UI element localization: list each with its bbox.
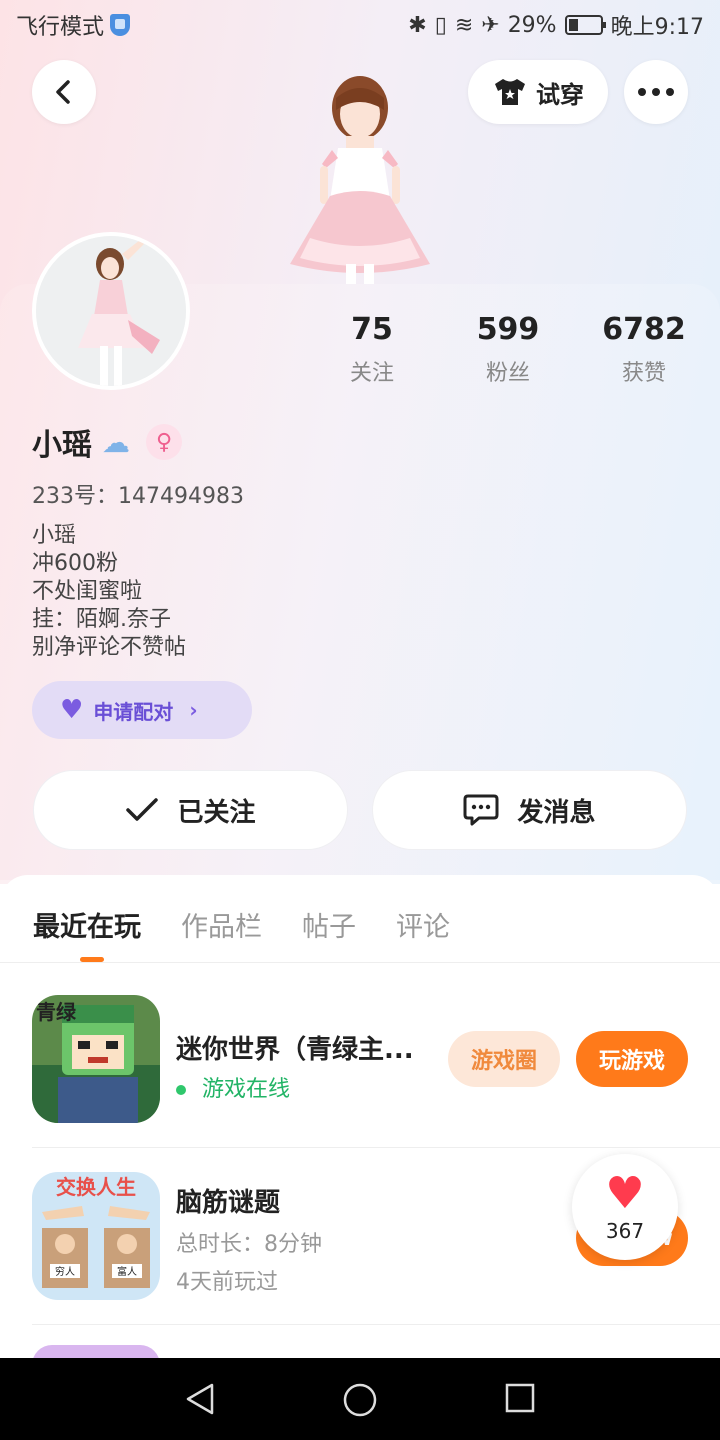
bio: 小瑶 冲600粉 不处闺蜜啦 挂：陌婀.奈子 别净评论不赞帖 bbox=[32, 522, 186, 662]
battery-fill bbox=[568, 19, 578, 31]
list-item[interactable]: 青绿 迷你世界（青绿主... 游戏在线 游戏圈 玩游戏 bbox=[0, 995, 720, 1171]
back-button[interactable] bbox=[32, 60, 96, 124]
chevron-right-icon: › bbox=[189, 698, 198, 722]
stat-likes-label: 获赞 bbox=[621, 361, 666, 386]
nav-home-icon[interactable] bbox=[342, 1382, 378, 1418]
stat-following[interactable]: 75 关注 bbox=[312, 312, 432, 387]
chevron-left-icon bbox=[56, 80, 70, 104]
bio-line: 小瑶 bbox=[32, 523, 77, 548]
stat-likes[interactable]: 6782 获赞 bbox=[584, 312, 704, 387]
like-count: 367 bbox=[605, 1219, 645, 1243]
online-dot-icon bbox=[176, 1085, 186, 1095]
svg-text:青绿: 青绿 bbox=[36, 1000, 77, 1024]
game-circle-button[interactable]: 游戏圈 bbox=[448, 1031, 560, 1087]
stat-followers-label: 粉丝 bbox=[485, 361, 530, 386]
heart-icon: ♥ bbox=[605, 1168, 645, 1219]
game-duration: 总时长：8分钟 bbox=[176, 1232, 322, 1257]
play-game-button[interactable]: 玩游戏 bbox=[576, 1031, 688, 1087]
rain-cloud-icon: ☁ bbox=[102, 425, 130, 459]
name-row: 小瑶 ☁ ♀ bbox=[32, 420, 182, 464]
check-icon bbox=[126, 798, 159, 821]
try-on-label: 试穿 bbox=[536, 80, 584, 109]
content-panel: 最近在玩 作品栏 帖子 评论 青绿 迷你世界（青绿主... 游戏在线 游戏圈 玩 bbox=[0, 875, 720, 1365]
game-status: 游戏在线 bbox=[176, 1071, 290, 1103]
game-title: 迷你世界（青绿主... bbox=[176, 1035, 414, 1065]
clock: 晚上9:17 bbox=[610, 15, 704, 40]
airplane-mode-text: 飞行模式 bbox=[16, 15, 105, 40]
system-nav-bar bbox=[0, 1358, 720, 1440]
stat-followers[interactable]: 599 粉丝 bbox=[448, 312, 568, 387]
avatar[interactable] bbox=[32, 232, 190, 390]
bio-line: 别净评论不赞帖 bbox=[32, 635, 187, 660]
shield-icon bbox=[110, 14, 131, 36]
followed-button[interactable]: 已关注 bbox=[33, 770, 348, 850]
battery-percent: 29% bbox=[507, 12, 557, 38]
game-icon-label-rich: 富人 bbox=[117, 1265, 137, 1278]
user-id: 233号：147494983 bbox=[32, 484, 244, 509]
send-message-label: 发消息 bbox=[517, 797, 596, 828]
try-on-button[interactable]: 试穿 bbox=[468, 60, 608, 124]
game-icon: 青绿 bbox=[32, 995, 160, 1123]
request-pair-button[interactable]: ♥ 申请配对 › bbox=[32, 681, 252, 739]
airplane-icon: ✈ bbox=[481, 12, 500, 38]
followed-label: 已关注 bbox=[177, 797, 256, 828]
game-last-played: 4天前玩过 bbox=[176, 1270, 278, 1295]
game-icon-image: 交换人生 穷人 富人 bbox=[32, 1172, 160, 1300]
battery-icon bbox=[564, 15, 606, 35]
double-heart-icon: ♥ bbox=[60, 695, 84, 725]
game-icon-label-poor: 穷人 bbox=[55, 1265, 75, 1278]
character-figure bbox=[290, 76, 430, 284]
nav-back-icon[interactable] bbox=[184, 1382, 216, 1416]
status-bar: 飞行模式 ✱ ▯ ≋ ✈ 29% 晚上9:17 bbox=[0, 0, 720, 50]
game-title: 脑筋谜题 bbox=[176, 1188, 281, 1218]
online-status-text: 游戏在线 bbox=[202, 1077, 291, 1102]
row-divider bbox=[32, 1324, 720, 1325]
tab-bar: 最近在玩 作品栏 帖子 评论 bbox=[33, 905, 450, 944]
stat-followers-value: 599 bbox=[476, 312, 540, 347]
wifi-icon: ≋ bbox=[454, 12, 474, 38]
stat-likes-value: 6782 bbox=[602, 312, 686, 347]
row-divider bbox=[32, 1147, 720, 1148]
bluetooth-icon: ✱ bbox=[408, 12, 427, 38]
bio-line: 不处闺蜜啦 bbox=[32, 579, 143, 604]
bio-line: 冲600粉 bbox=[32, 551, 118, 576]
tab-works[interactable]: 作品栏 bbox=[181, 905, 262, 944]
tab-comments[interactable]: 评论 bbox=[396, 905, 450, 944]
stat-following-label: 关注 bbox=[349, 361, 394, 386]
more-dots-icon bbox=[638, 88, 674, 96]
send-message-button[interactable]: 发消息 bbox=[372, 770, 687, 850]
avatar-image bbox=[36, 236, 186, 386]
stat-following-value: 75 bbox=[351, 312, 393, 347]
tab-recently-played[interactable]: 最近在玩 bbox=[33, 905, 141, 944]
game-icon-title: 交换人生 bbox=[56, 1175, 136, 1199]
chat-bubble-icon bbox=[463, 794, 499, 826]
like-button[interactable]: ♥ 367 bbox=[572, 1154, 678, 1260]
more-button[interactable] bbox=[624, 60, 688, 124]
female-icon: ♀ bbox=[146, 424, 182, 460]
bio-line: 挂：陌婀.奈子 bbox=[32, 607, 171, 632]
game-icon-image: 青绿 bbox=[32, 995, 160, 1123]
game-icon: 交换人生 穷人 富人 bbox=[32, 1172, 160, 1300]
tab-posts[interactable]: 帖子 bbox=[302, 905, 356, 944]
tshirt-icon bbox=[495, 79, 525, 105]
profile-name: 小瑶 bbox=[32, 428, 92, 463]
vibrate-icon: ▯ bbox=[434, 12, 447, 38]
tabs-divider bbox=[0, 962, 720, 963]
request-pair-label: 申请配对 bbox=[93, 699, 174, 724]
nav-recents-icon[interactable] bbox=[504, 1382, 536, 1414]
